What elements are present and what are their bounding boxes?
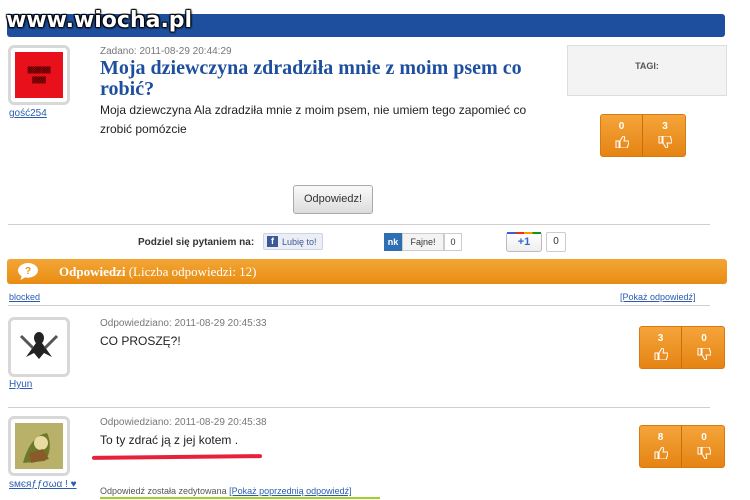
nk-count: 0 [444, 233, 462, 251]
thumb-down-icon [658, 136, 672, 148]
answer-vote-box: 3 0 [639, 326, 725, 369]
answer-text: To ty zdrać ją z jej kotem . [100, 433, 239, 447]
question-title[interactable]: Moja dziewczyna zdradziła mnie z moim ps… [100, 58, 560, 100]
thumb-up-button[interactable]: 8 [640, 426, 682, 467]
svg-text:▓▓▓: ▓▓▓ [32, 76, 46, 84]
edited-note-text: Odpowiedź została zedytowana [100, 486, 227, 496]
tags-box: TAGI: [567, 45, 727, 96]
edited-note: Odpowiedź została zedytowana [Pokaż popr… [100, 486, 352, 496]
answer-author-avatar[interactable] [8, 317, 70, 377]
share-label: Podziel się pytaniem na: [138, 237, 255, 248]
thumb-up-icon [654, 447, 668, 459]
facebook-icon: f [267, 236, 278, 247]
thumb-up-button[interactable]: 3 [640, 327, 682, 368]
answer-vote-box: 8 0 [639, 425, 725, 468]
facebook-like-label: Lubię to! [282, 237, 317, 247]
google-plus-count: 0 [546, 232, 566, 252]
answer-author-link[interactable]: ѕмєяƒƒσωα ! ♥ [9, 479, 77, 490]
question-body: Moja dziewczyna Ala zdradziła mnie z moi… [100, 103, 527, 136]
thumb-down-button[interactable]: 0 [683, 426, 725, 467]
answers-title: Odpowiedzi (Liczba odpowiedzi: 12) [59, 264, 257, 280]
divider [8, 407, 710, 408]
thumb-down-icon [697, 447, 711, 459]
vote-down-count: 0 [701, 333, 707, 344]
svg-text:?: ? [25, 266, 31, 277]
speech-bubble-question-icon: ? [18, 263, 38, 280]
google-plus-one-button[interactable]: +1 [506, 232, 542, 252]
thumb-up-button[interactable]: 0 [601, 115, 643, 156]
divider [8, 305, 710, 306]
show-answer-link[interactable]: [Pokaż odpowiedź] [620, 292, 696, 302]
answer-author-link[interactable]: Hyun [9, 379, 32, 390]
answer-text: CO PROSZĘ?! [100, 334, 181, 348]
vote-down-count: 0 [701, 432, 707, 443]
thumb-down-icon [697, 348, 711, 360]
answers-count: (Liczba odpowiedzi: 12) [128, 264, 257, 279]
blocked-link[interactable]: blocked [9, 292, 40, 302]
avatar-image [15, 423, 63, 469]
vote-up-count: 3 [657, 333, 664, 344]
vote-up-count: 0 [618, 121, 625, 132]
watermark: www.wiocha.pl [6, 8, 193, 33]
divider [8, 224, 710, 225]
avatar-image [15, 324, 63, 370]
tags-label: TAGI: [635, 61, 659, 71]
answer-date: Odpowiedziano: 2011-08-29 20:45:33 [100, 318, 267, 329]
vote-down-count: 3 [662, 121, 668, 132]
bottom-accent-line [100, 497, 380, 499]
facebook-like-button[interactable]: f Lubię to! [263, 233, 323, 250]
answer-date: Odpowiedziano: 2011-08-29 20:45:38 [100, 417, 267, 428]
answers-title-text: Odpowiedzi [59, 264, 126, 279]
nk-fajne-button[interactable]: Fajne! [402, 233, 444, 251]
nk-icon[interactable]: nk [384, 233, 402, 251]
reply-button[interactable]: Odpowiedz! [293, 185, 373, 214]
question-date: Zadano: 2011-08-29 20:44:29 [100, 46, 232, 57]
vote-up-count: 8 [657, 432, 664, 443]
show-previous-answer-link[interactable]: [Pokaż poprzednią odpowiedź] [229, 486, 352, 496]
question-vote-box: 0 3 [600, 114, 686, 157]
question-author-avatar[interactable]: ▓▓▓▓▓ ▓▓▓ [8, 45, 70, 105]
thumb-up-icon [654, 348, 668, 360]
svg-text:▓▓▓▓▓: ▓▓▓▓▓ [27, 66, 50, 74]
thumb-up-icon [615, 136, 629, 148]
answer-author-avatar[interactable] [8, 416, 70, 476]
answers-header: ? Odpowiedzi (Liczba odpowiedzi: 12) [7, 259, 727, 284]
red-highlight-underline [91, 454, 263, 460]
thumb-down-button[interactable]: 3 [644, 115, 686, 156]
question-author-link[interactable]: gość254 [9, 108, 47, 119]
thumb-down-button[interactable]: 0 [683, 327, 725, 368]
avatar-image: ▓▓▓▓▓ ▓▓▓ [15, 52, 63, 98]
